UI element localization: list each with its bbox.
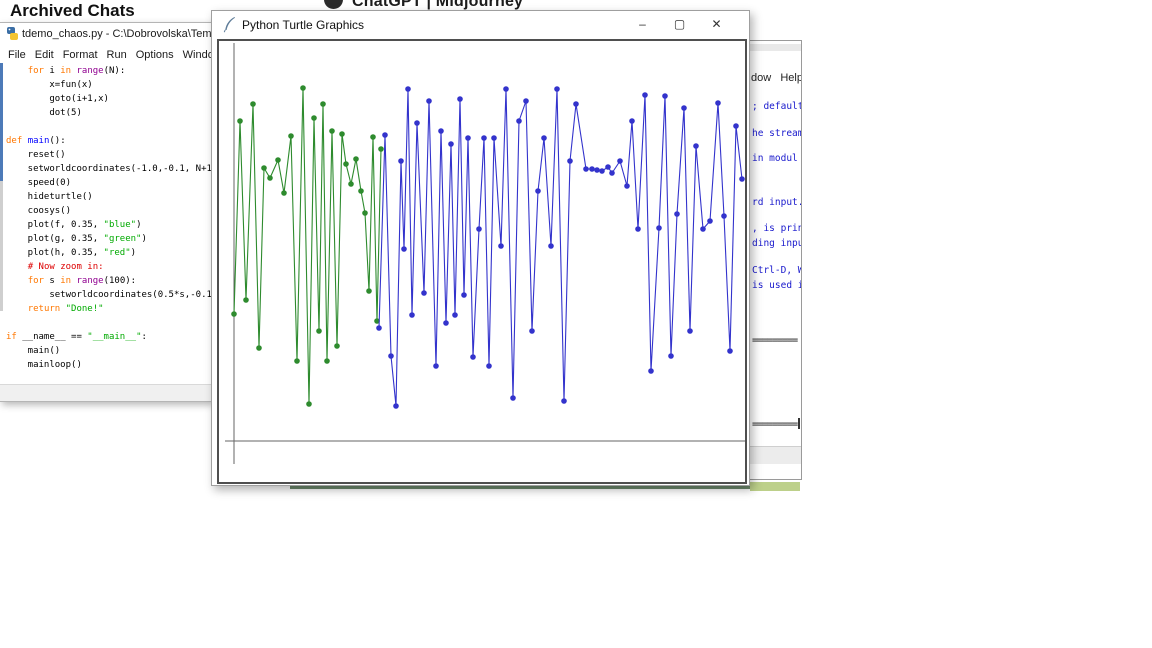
code-line: coosys() bbox=[6, 206, 71, 216]
code-line: plot(g, 0.35, "green") bbox=[6, 234, 147, 244]
shell-output-line: ; defaults bbox=[752, 101, 802, 112]
code-line: if __name__ == "__main__": bbox=[6, 332, 147, 342]
shell-output-line: he stream bbox=[752, 128, 802, 139]
turtle-window-title: Python Turtle Graphics bbox=[242, 18, 364, 32]
python-file-icon bbox=[6, 27, 19, 40]
code-editor[interactable]: for i in range(N): x=fun(x) goto(i+1,x) … bbox=[0, 62, 211, 384]
shell-output-line: rd input. bbox=[752, 197, 802, 208]
close-button[interactable]: ✕ bbox=[698, 11, 735, 38]
shell-output-line: is used if bbox=[752, 280, 802, 291]
code-line: main() bbox=[6, 346, 60, 356]
code-line: return "Done!" bbox=[6, 304, 104, 314]
code-line: goto(i+1,x) bbox=[6, 94, 109, 104]
turtle-graphics-window: Python Turtle Graphics – ▢ ✕ bbox=[211, 10, 750, 486]
shell-separator: ========= bbox=[752, 419, 797, 430]
code-line: # Now zoom in: bbox=[6, 262, 104, 272]
editor-menubar[interactable]: FileEditFormatRunOptionsWindowHelp bbox=[0, 45, 211, 62]
page-title: Archived Chats bbox=[10, 1, 135, 21]
menu-item-window[interactable]: Window bbox=[183, 47, 211, 62]
page-divider bbox=[290, 486, 750, 489]
shell-output-line: , is printe bbox=[752, 223, 802, 234]
minimize-button[interactable]: – bbox=[624, 11, 661, 38]
menu-item-edit[interactable]: Edit bbox=[35, 47, 54, 62]
code-line: hideturtle() bbox=[6, 192, 93, 202]
shell-output-line: Ctrl-D, W bbox=[752, 265, 802, 276]
editor-left-edge-scrollbar[interactable] bbox=[0, 181, 3, 311]
code-line: reset() bbox=[6, 150, 66, 160]
text-cursor bbox=[798, 418, 800, 429]
code-line: plot(h, 0.35, "red") bbox=[6, 248, 136, 258]
maximize-button[interactable]: ▢ bbox=[661, 11, 698, 38]
turtle-canvas[interactable] bbox=[217, 39, 747, 484]
code-line: setworldcoordinates(-1.0,-0.1, N+1, bbox=[6, 164, 211, 174]
code-line: mainloop() bbox=[6, 360, 82, 370]
menu-item-options[interactable]: Options bbox=[136, 47, 174, 62]
shell-separator: ========= bbox=[752, 335, 797, 346]
code-line: dot(5) bbox=[6, 108, 82, 118]
menu-item-file[interactable]: File bbox=[8, 47, 26, 62]
menu-item-run[interactable]: Run bbox=[107, 47, 127, 62]
shell-menubar-fragment[interactable]: dow Help bbox=[751, 72, 802, 84]
page-divider-light bbox=[750, 482, 800, 491]
shell-output-line: ding input bbox=[752, 238, 802, 249]
window-controls: – ▢ ✕ bbox=[624, 11, 735, 38]
menu-item-format[interactable]: Format bbox=[63, 47, 98, 62]
code-line: for i in range(N): bbox=[6, 66, 125, 76]
editor-window: tdemo_chaos.py - C:\Dobrovolska\Tema1\ F… bbox=[0, 22, 212, 402]
code-line: for s in range(100): bbox=[6, 276, 136, 286]
shell-output-line: in modul bbox=[752, 153, 798, 164]
chatgpt-logo-icon bbox=[324, 0, 343, 9]
editor-titlebar[interactable]: tdemo_chaos.py - C:\Dobrovolska\Tema1\ bbox=[0, 23, 211, 45]
chaos-plot bbox=[219, 41, 745, 482]
turtle-titlebar[interactable]: Python Turtle Graphics – ▢ ✕ bbox=[212, 11, 749, 38]
tk-feather-icon bbox=[223, 16, 238, 33]
code-line: speed(0) bbox=[6, 178, 71, 188]
code-line: x=fun(x) bbox=[6, 80, 93, 90]
code-line: def main(): bbox=[6, 136, 66, 146]
code-line: setworldcoordinates(0.5*s,-0.1, N bbox=[6, 290, 211, 300]
editor-statusbar bbox=[0, 384, 211, 401]
code-line: plot(f, 0.35, "blue") bbox=[6, 220, 141, 230]
editor-left-edge-highlight bbox=[0, 63, 3, 181]
editor-window-title: tdemo_chaos.py - C:\Dobrovolska\Tema1\ bbox=[22, 28, 227, 40]
